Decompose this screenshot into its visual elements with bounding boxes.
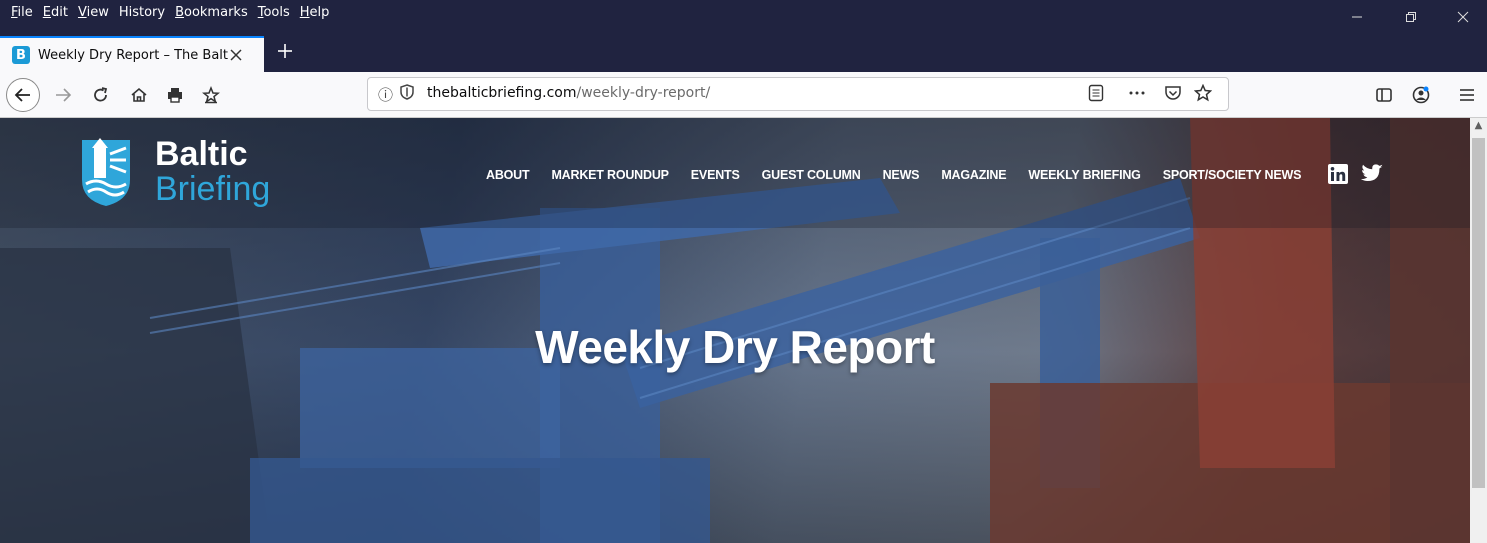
star-icon	[1193, 83, 1213, 102]
new-tab-button[interactable]	[273, 36, 297, 66]
account-avatar-icon	[1412, 86, 1430, 104]
reload-button[interactable]	[84, 78, 118, 112]
nav-weekly-briefing[interactable]: WEEKLY BRIEFING	[1028, 168, 1140, 182]
reload-icon	[94, 87, 108, 102]
home-button[interactable]	[122, 78, 156, 112]
nav-sport-society-news[interactable]: SPORT/SOCIETY NEWS	[1163, 168, 1302, 182]
url-bar[interactable]: ⓘ thebalticbriefing.com/weekly-dry-repor…	[367, 77, 1229, 111]
url-text[interactable]: thebalticbriefing.com/weekly-dry-report/	[427, 85, 710, 101]
page-title: Weekly Dry Report	[535, 321, 935, 373]
reader-view-icon	[1088, 84, 1104, 102]
site-navigation: ABOUT MARKET ROUNDUP EVENTS GUEST COLUMN…	[486, 168, 1301, 182]
restore-button[interactable]	[1388, 0, 1434, 34]
printer-icon	[168, 88, 182, 103]
back-arrow-icon	[14, 88, 30, 102]
menu-tools[interactable]: Tools	[253, 4, 295, 22]
nav-magazine[interactable]: MAGAZINE	[941, 168, 1006, 182]
menu-bookmarks[interactable]: Bookmarks	[170, 4, 253, 22]
linkedin-link[interactable]	[1328, 164, 1348, 184]
tab-weekly-dry-report[interactable]: B Weekly Dry Report – The Baltic	[0, 36, 264, 72]
baltic-favicon-icon: B	[12, 46, 30, 64]
sidebar-icon	[1376, 88, 1392, 102]
menu-view[interactable]: View	[73, 4, 114, 22]
tab-close-button[interactable]	[230, 45, 242, 66]
nav-news[interactable]: NEWS	[883, 168, 920, 182]
restore-icon	[1406, 12, 1416, 22]
logo-text-baltic[interactable]: Baltic	[155, 136, 248, 172]
url-path: /weekly-dry-report/	[576, 85, 711, 101]
back-button[interactable]	[6, 78, 40, 112]
hamburger-icon	[1460, 89, 1474, 101]
bookmark-toolbar-button[interactable]	[194, 78, 228, 112]
pocket-icon	[1165, 86, 1181, 100]
home-icon	[131, 87, 147, 102]
more-dots-icon	[1129, 91, 1145, 95]
nav-events[interactable]: EVENTS	[691, 168, 740, 182]
star-outline-icon	[202, 86, 220, 104]
baltic-briefing-logo	[82, 138, 130, 206]
site-info-icon[interactable]: ⓘ	[378, 84, 393, 105]
window-titlebar: File Edit View History Bookmarks Tools H…	[0, 0, 1487, 34]
minimize-button[interactable]	[1334, 0, 1380, 34]
print-button[interactable]	[158, 78, 192, 112]
tracking-shield-icon[interactable]	[400, 84, 414, 104]
pocket-button[interactable]	[1164, 84, 1182, 106]
forward-arrow-icon	[56, 88, 72, 102]
page-actions-button[interactable]	[1128, 81, 1146, 103]
plus-icon	[278, 44, 292, 58]
url-domain: thebalticbriefing.com	[427, 85, 577, 101]
nav-market-roundup[interactable]: MARKET ROUNDUP	[551, 168, 669, 182]
twitter-icon	[1360, 164, 1383, 181]
menu-button[interactable]	[1450, 78, 1484, 112]
nav-about[interactable]: ABOUT	[486, 168, 530, 182]
close-window-button[interactable]	[1440, 0, 1486, 34]
nav-guest-column[interactable]: GUEST COLUMN	[762, 168, 861, 182]
tab-strip: B Weekly Dry Report – The Baltic	[0, 34, 1487, 72]
tab-title: Weekly Dry Report – The Baltic	[38, 47, 228, 63]
linkedin-icon	[1328, 164, 1348, 184]
menu-edit[interactable]: Edit	[38, 4, 73, 22]
page-scrollbar[interactable]: ▲	[1470, 118, 1487, 543]
menu-file[interactable]: File	[6, 4, 38, 22]
reader-view-button[interactable]	[1088, 84, 1104, 106]
menu-history[interactable]: History	[114, 4, 170, 22]
sidebar-button[interactable]	[1367, 78, 1401, 112]
shield-icon	[400, 84, 414, 100]
menu-bar: File Edit View History Bookmarks Tools H…	[6, 4, 334, 22]
scrollbar-thumb[interactable]	[1472, 138, 1485, 488]
menu-help[interactable]: Help	[295, 4, 335, 22]
bookmark-star-button[interactable]	[1193, 83, 1213, 106]
minimize-icon	[1352, 16, 1362, 18]
close-icon	[1457, 11, 1469, 23]
close-icon	[230, 48, 242, 61]
twitter-link[interactable]	[1360, 164, 1384, 184]
scroll-up-arrow-icon[interactable]: ▲	[1470, 120, 1487, 131]
forward-button[interactable]	[46, 78, 80, 112]
logo-text-briefing[interactable]: Briefing	[155, 171, 270, 207]
account-button[interactable]	[1404, 78, 1438, 112]
